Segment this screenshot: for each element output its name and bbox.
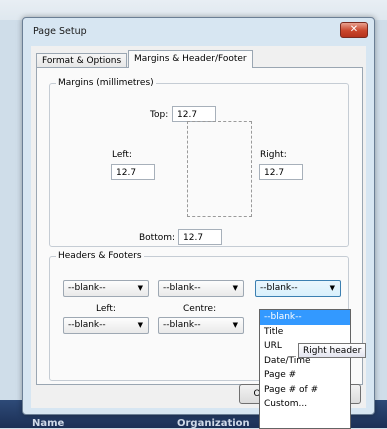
- header-centre-value: --blank--: [163, 283, 201, 293]
- bottom-label: Bottom:: [139, 233, 176, 243]
- top-label: Top:: [150, 110, 169, 120]
- chevron-down-icon: ▼: [329, 284, 335, 292]
- header-right-dropdown-list: --blank-- Title URL Date/Time Page # Pag…: [259, 309, 351, 429]
- footer-left-label: Left:: [96, 304, 116, 314]
- margins-legend: Margins (millimetres): [58, 78, 154, 88]
- bg-column-organization: Organization: [177, 418, 250, 429]
- right-margin-input[interactable]: 12.7: [259, 164, 303, 180]
- header-right-value: --blank--: [260, 283, 298, 293]
- chevron-down-icon: ▼: [137, 321, 143, 329]
- title-bar: Page Setup ✕: [23, 18, 374, 44]
- left-margin-input[interactable]: 12.7: [111, 164, 155, 180]
- bottom-margin-input[interactable]: 12.7: [178, 229, 222, 245]
- dropdown-option-page-of-pages[interactable]: Page # of #: [260, 383, 350, 398]
- close-icon: ✕: [349, 24, 359, 35]
- right-label: Right:: [260, 150, 287, 160]
- dropdown-option-page-number[interactable]: Page #: [260, 368, 350, 383]
- header-left-combo[interactable]: --blank-- ▼: [63, 280, 149, 297]
- header-left-value: --blank--: [68, 283, 106, 293]
- bg-column-name: Name: [32, 418, 65, 429]
- header-centre-combo[interactable]: --blank-- ▼: [158, 280, 244, 297]
- tab-margins-header-footer[interactable]: Margins & Header/Footer: [128, 50, 253, 68]
- dialog-title: Page Setup: [33, 26, 87, 37]
- footer-left-combo[interactable]: --blank-- ▼: [63, 317, 149, 334]
- footer-left-value: --blank--: [68, 320, 106, 330]
- footer-centre-label: Centre:: [183, 304, 217, 314]
- chevron-down-icon: ▼: [232, 321, 238, 329]
- right-header-tooltip: Right header: [298, 343, 366, 358]
- tab-format-options[interactable]: Format & Options: [36, 53, 128, 68]
- chevron-down-icon: ▼: [232, 284, 238, 292]
- headers-footers-legend: Headers & Footers: [58, 251, 142, 261]
- top-margin-input[interactable]: 12.7: [172, 106, 216, 122]
- footer-centre-value: --blank--: [163, 320, 201, 330]
- header-right-combo[interactable]: --blank-- ▼: [255, 280, 341, 297]
- close-button[interactable]: ✕: [340, 22, 368, 38]
- margins-group: Margins (millimetres) Top: 12.7 Left: 12…: [49, 78, 349, 247]
- footer-centre-combo[interactable]: --blank-- ▼: [158, 317, 244, 334]
- left-label: Left:: [112, 150, 132, 160]
- dropdown-option-title[interactable]: Title: [260, 325, 350, 340]
- page-preview: [187, 121, 252, 217]
- dropdown-option-custom[interactable]: Custom...: [260, 397, 350, 412]
- chevron-down-icon: ▼: [137, 284, 143, 292]
- dropdown-option-blank[interactable]: --blank--: [260, 310, 350, 325]
